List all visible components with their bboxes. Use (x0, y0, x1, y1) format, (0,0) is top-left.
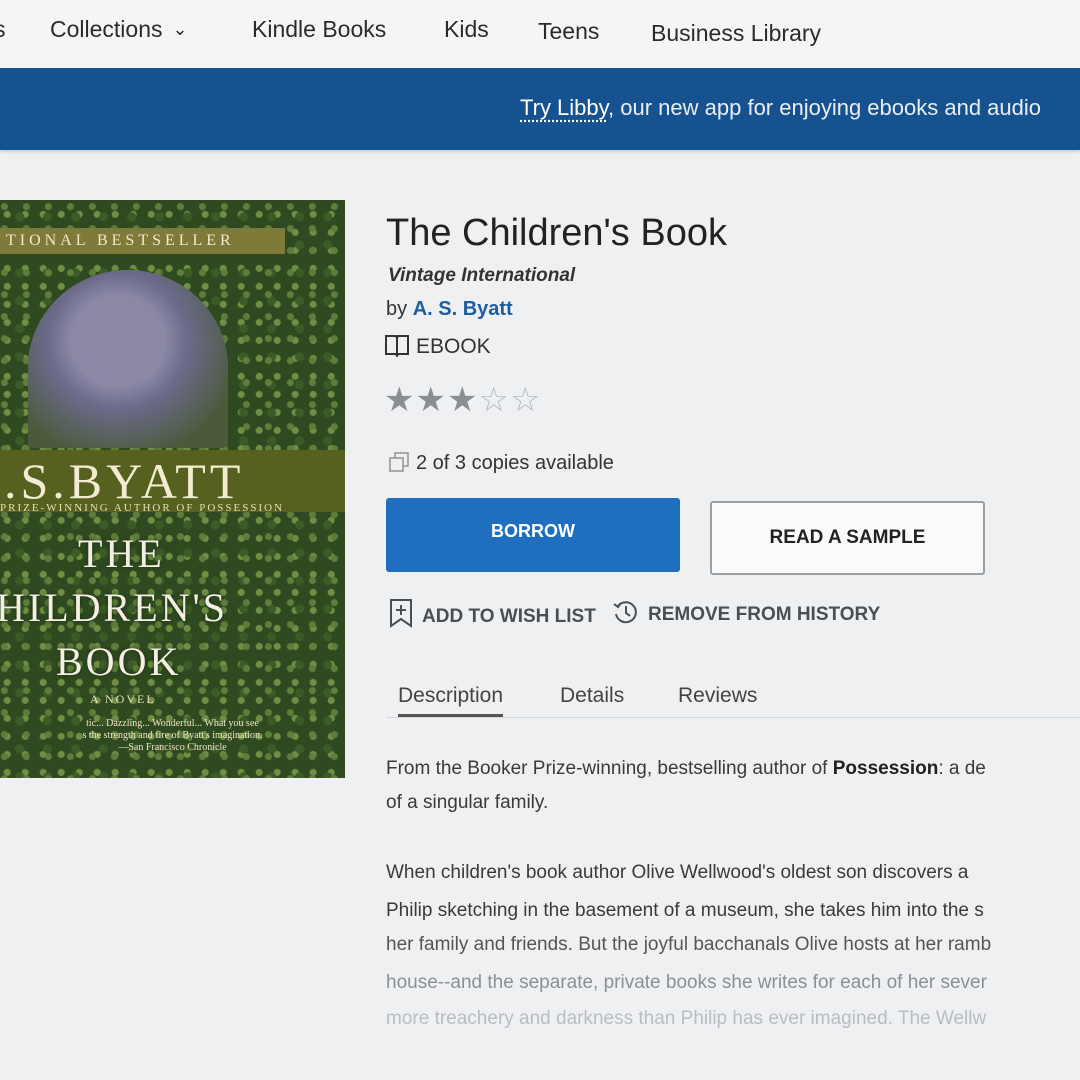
history-icon (612, 598, 640, 632)
star-filled-icon: ★ (384, 381, 416, 419)
book-icon (384, 333, 410, 363)
cover-quote: tic... Dazzling... Wonderful... What you… (0, 718, 345, 754)
cover-title-line: HILDREN'S (0, 585, 228, 630)
bookmark-add-icon (388, 598, 414, 634)
star-empty-icon: ☆ (478, 381, 510, 419)
cover-subtitle: A NOVEL (90, 692, 156, 706)
tab-description[interactable]: Description (398, 684, 504, 717)
nav-item-kids[interactable]: Kids (444, 16, 489, 43)
by-label: by (386, 298, 413, 320)
publisher[interactable]: Vintage International (388, 265, 575, 287)
nav-item-teens[interactable]: Teens (538, 18, 599, 45)
description-line: of a singular family. (386, 792, 549, 813)
libby-link[interactable]: Try Libby (520, 95, 608, 120)
cover-quote-line: —San Francisco Chronicle (118, 742, 227, 753)
star-rating: ★★★☆☆ (384, 380, 541, 420)
nav-item-label: Collections (50, 16, 163, 42)
tab-reviews[interactable]: Reviews (678, 684, 757, 708)
star-empty-icon: ☆ (509, 381, 542, 419)
description-line: her family and friends. But the joyful b… (386, 934, 992, 955)
cover-quote-line: s the strength and fire of Byatt's imagi… (82, 730, 263, 741)
description-line: From the Booker Prize-winning, bestselli… (386, 758, 1080, 780)
author-link[interactable]: A. S. Byatt (413, 298, 513, 320)
chevron-down-icon: ⌄ (172, 19, 188, 39)
read-sample-button[interactable]: READ A SAMPLE (710, 501, 985, 575)
cover-painting (28, 270, 228, 448)
cover-band: TIONAL BESTSELLER (0, 228, 285, 254)
book-title: The Children's Book (386, 212, 727, 254)
possession-title: Possession (832, 758, 939, 779)
top-nav: s Collections ⌄ Kindle Books Kids Teens B… (0, 0, 1080, 68)
cover-title-line: THE (78, 531, 165, 576)
description-line: more treachery and darkness than Philip … (386, 1008, 987, 1029)
cover-bestseller-text: TIONAL BESTSELLER (6, 232, 235, 249)
format-label: EBOOK (416, 335, 491, 358)
remove-from-history-button[interactable]: REMOVE FROM HISTORY (612, 598, 880, 632)
banner-text: Try Libby, our new app for enjoying eboo… (520, 95, 1041, 121)
description-line: Philip sketching in the basement of a mu… (386, 900, 984, 921)
cover-prize-text: PRIZE-WINNING AUTHOR OF POSSESSION (0, 502, 285, 514)
nav-item-collections[interactable]: Collections ⌄ (50, 16, 188, 43)
banner-message: , our new app for enjoying ebooks and au… (608, 95, 1042, 120)
history-label: REMOVE FROM HISTORY (648, 604, 881, 625)
byline: by A. S. Byatt (386, 298, 513, 321)
wish-list-label: ADD TO WISH LIST (422, 606, 596, 627)
description-text: From the Booker Prize-winning, bestselli… (386, 758, 833, 779)
detail-tabs: Description Details Reviews (386, 682, 1080, 718)
copies-available: 2 of 3 copies available (388, 452, 614, 478)
description-line: house--and the separate, private books s… (386, 972, 987, 993)
description-text: : a de (938, 758, 986, 779)
libby-banner: Try Libby, our new app for enjoying eboo… (0, 68, 1080, 150)
nav-item-partial[interactable]: s (0, 16, 6, 43)
borrow-button[interactable]: BORROW (386, 498, 680, 572)
star-filled-icon: ★ (446, 381, 479, 419)
copies-label: 2 of 3 copies available (416, 452, 614, 474)
format: EBOOK (384, 333, 491, 363)
tab-details[interactable]: Details (560, 684, 624, 708)
nav-item-kindle-books[interactable]: Kindle Books (252, 16, 386, 43)
book-cover[interactable]: TIONAL BESTSELLER .S.BYATT PRIZE-WINNING… (0, 200, 345, 778)
copies-icon (388, 452, 410, 478)
description-line: When children's book author Olive Wellwo… (386, 862, 969, 883)
nav-item-business-library[interactable]: Business Library (651, 20, 821, 47)
cover-quote-line: tic... Dazzling... Wonderful... What you… (86, 718, 259, 729)
cover-title-line: BOOK (56, 639, 182, 684)
add-to-wish-list-button[interactable]: ADD TO WISH LIST (388, 598, 596, 634)
star-filled-icon: ★ (415, 381, 447, 419)
